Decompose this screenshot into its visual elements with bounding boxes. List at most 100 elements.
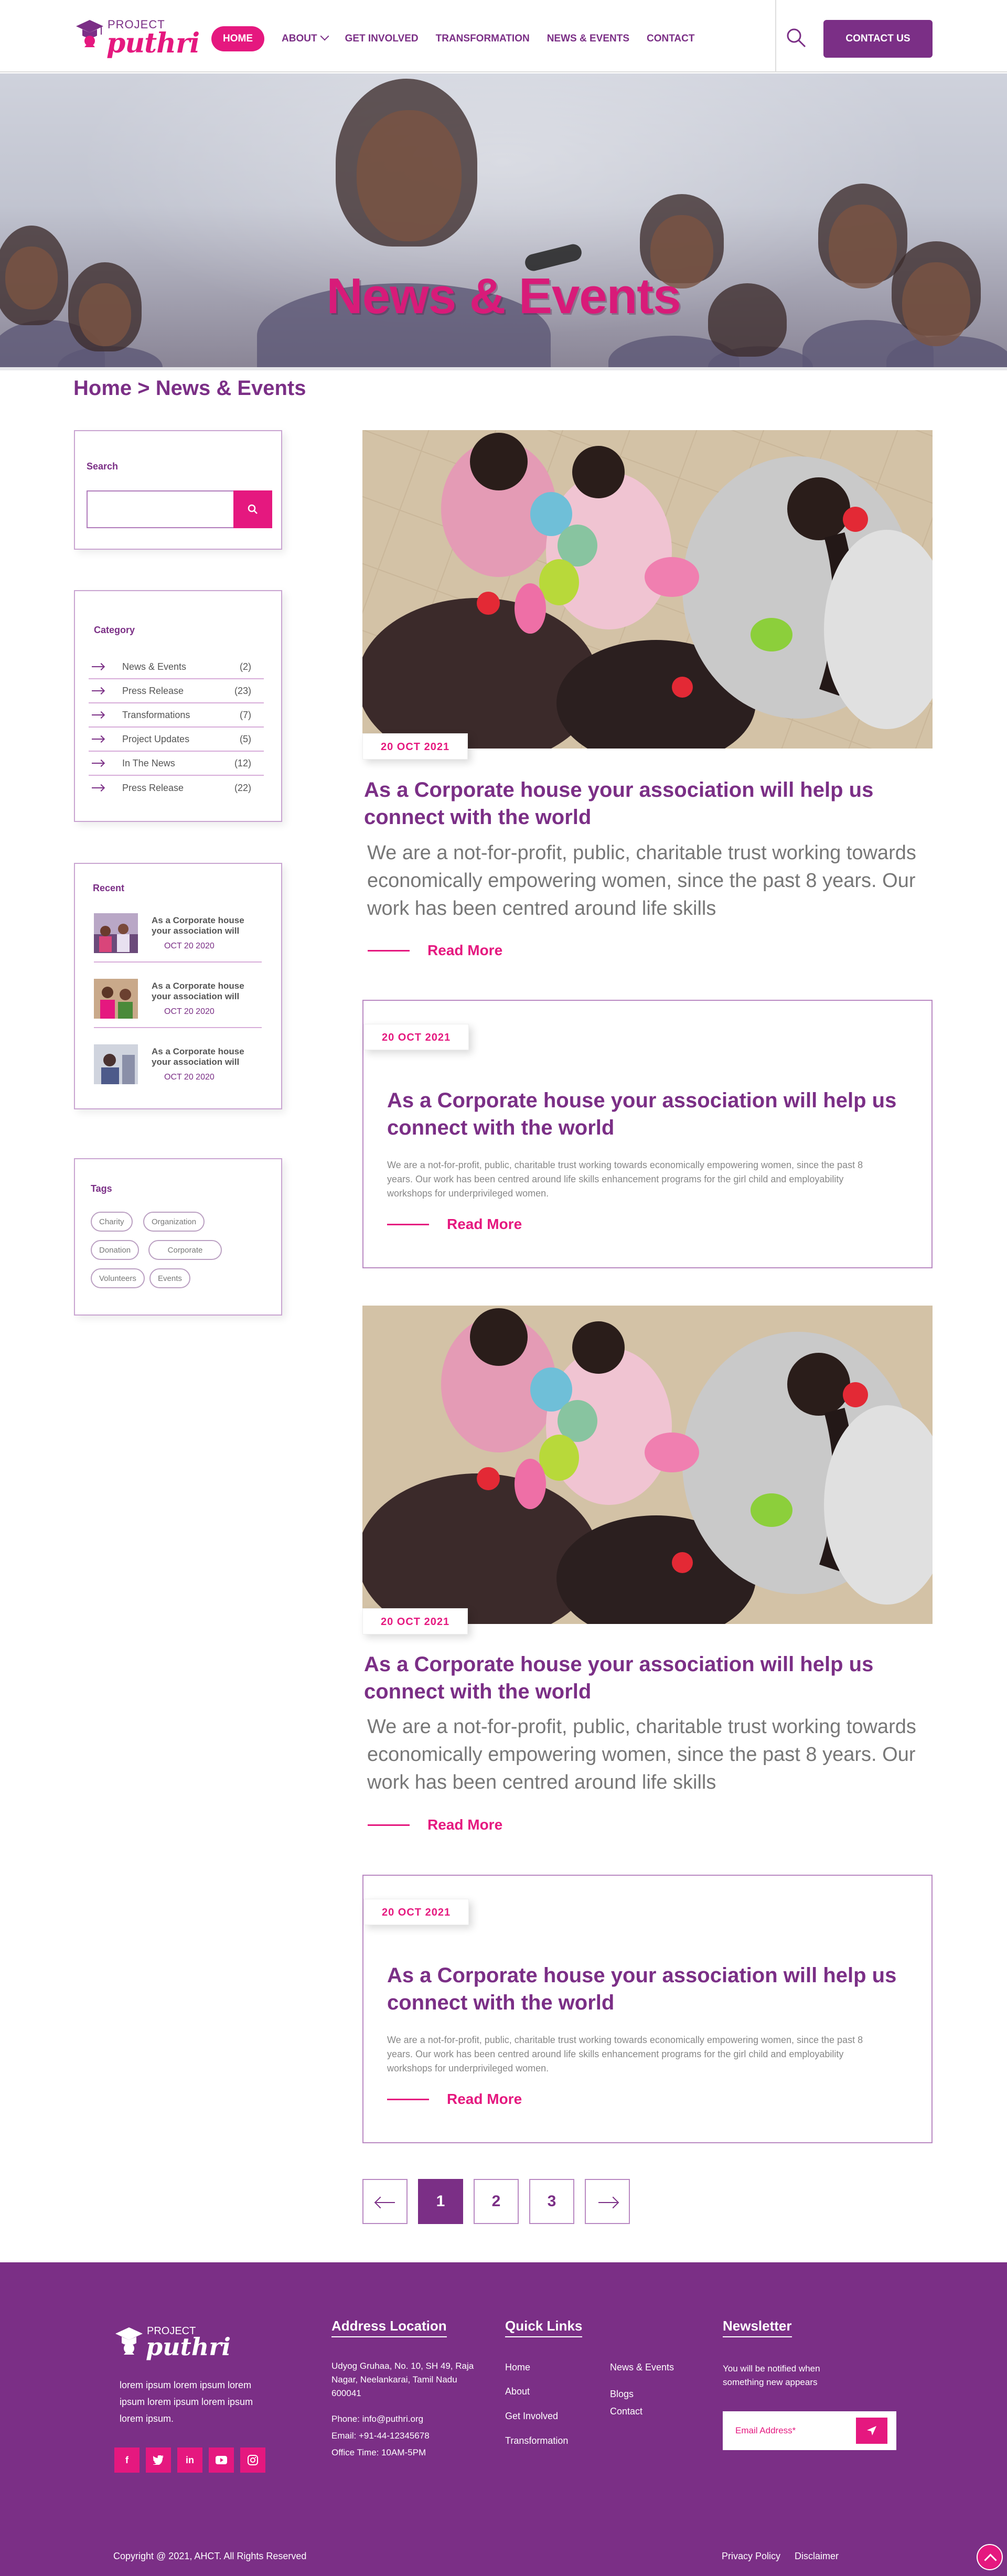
post-image[interactable]: [362, 1306, 933, 1624]
post-date: 20 OCT 2021: [362, 733, 468, 760]
read-more-line: [387, 1223, 429, 1225]
recent-widget: Recent As a Corporate house your associa…: [74, 863, 282, 1109]
recent-post[interactable]: As a Corporate house your association wi…: [94, 1036, 262, 1094]
youtube-icon[interactable]: [209, 2447, 234, 2473]
tag-corporate[interactable]: Corporate: [148, 1240, 222, 1260]
footer-link-about[interactable]: About: [505, 2386, 530, 2397]
thumbnail-image: [94, 1044, 138, 1084]
page-1-button[interactable]: 1: [418, 2179, 463, 2224]
category-count: (2): [240, 661, 251, 672]
next-page-button[interactable]: [585, 2179, 630, 2224]
category-item[interactable]: Press Release (23): [89, 679, 264, 703]
footer-link-home[interactable]: Home: [505, 2362, 530, 2373]
recent-post[interactable]: As a Corporate house your association wi…: [94, 905, 262, 963]
logo[interactable]: PROJECT puthri: [75, 14, 200, 59]
read-more-label: Read More: [427, 1816, 503, 1833]
footer-link-contact[interactable]: Contact: [610, 2406, 642, 2417]
tag-events[interactable]: Events: [149, 1268, 190, 1288]
recent-post-thumbnail: [94, 1044, 138, 1084]
post-title[interactable]: As a Corporate house your association wi…: [364, 1651, 899, 1705]
post-card: 20 OCT 2021 As a Corporate house your as…: [362, 1000, 933, 1268]
recent-widget-title: Recent: [93, 883, 125, 893]
search-widget-title: Search: [87, 461, 119, 472]
footer-link-transformation[interactable]: Transformation: [505, 2435, 568, 2446]
footer-link-news-events[interactable]: News & Events: [610, 2362, 674, 2373]
phone-text: Phone: info@puthri.org: [331, 2414, 424, 2424]
address-text: Udyog Gruhaa, No. 10, SH 49, Raja Nagar,…: [331, 2361, 474, 2398]
site-header: PROJECT puthri HOME ABOUT GET INVOLVED T…: [0, 0, 1007, 72]
arrow-right-icon: [92, 785, 104, 791]
subscribe-button[interactable]: [856, 2418, 887, 2444]
post-title[interactable]: As a Corporate house your association wi…: [387, 1087, 912, 1141]
twitter-icon[interactable]: [146, 2447, 171, 2473]
post-title[interactable]: As a Corporate house your association wi…: [364, 776, 899, 831]
send-icon: [867, 2426, 876, 2435]
scroll-to-top-button[interactable]: [977, 2544, 1003, 2570]
quick-links-heading: Quick Links: [505, 2318, 583, 2337]
read-more-label: Read More: [447, 1216, 522, 1232]
post-date: 20 OCT 2021: [363, 1899, 469, 1925]
disclaimer-link[interactable]: Disclaimer: [795, 2551, 839, 2562]
search-icon: [248, 504, 258, 514]
contact-us-button[interactable]: CONTACT US: [823, 20, 933, 58]
read-more-link[interactable]: Read More: [387, 1216, 522, 1233]
nav-transformation[interactable]: TRANSFORMATION: [436, 26, 530, 51]
nav-get-involved[interactable]: GET INVOLVED: [345, 26, 419, 51]
recent-post[interactable]: As a Corporate house your association wi…: [94, 970, 262, 1028]
nav-news-events[interactable]: NEWS & EVENTS: [547, 26, 629, 51]
search-input[interactable]: [87, 490, 233, 528]
category-count: (12): [234, 757, 251, 768]
read-more-link[interactable]: Read More: [368, 942, 502, 959]
footer-link-blogs[interactable]: Blogs: [610, 2389, 634, 2400]
twitter-glyph: [153, 2455, 164, 2465]
arrow-right-icon: [598, 2202, 617, 2203]
category-label: Press Release: [122, 782, 184, 793]
category-count: (22): [234, 782, 251, 793]
privacy-policy-link[interactable]: Privacy Policy: [722, 2551, 780, 2562]
search-button[interactable]: [233, 490, 272, 528]
tag-volunteers[interactable]: Volunteers: [91, 1268, 145, 1288]
address-heading: Address Location: [331, 2318, 447, 2337]
tag-donation[interactable]: Donation: [91, 1240, 140, 1260]
thumbnail-image: [94, 913, 138, 953]
category-item[interactable]: Transformations (7): [89, 703, 264, 728]
post-title[interactable]: As a Corporate house your association wi…: [387, 1962, 912, 2016]
nav-contact[interactable]: CONTACT: [647, 26, 694, 51]
thumbnail-image: [94, 979, 138, 1019]
arrow-left-icon: [376, 2202, 395, 2203]
page-2-button[interactable]: 2: [474, 2179, 519, 2224]
read-more-label: Read More: [447, 2091, 522, 2107]
prev-page-button[interactable]: [362, 2179, 408, 2224]
youtube-glyph: [216, 2456, 227, 2464]
category-label: Transformations: [122, 709, 190, 720]
main-nav: HOME ABOUT GET INVOLVED TRANSFORMATION N…: [211, 26, 712, 51]
read-more-link[interactable]: Read More: [368, 1816, 502, 1833]
facebook-icon[interactable]: f: [114, 2447, 140, 2473]
read-more-link[interactable]: Read More: [387, 2091, 522, 2108]
page-3-button[interactable]: 3: [529, 2179, 574, 2224]
hero-figure: [357, 110, 462, 241]
category-count: (7): [240, 709, 251, 720]
nav-about[interactable]: ABOUT: [282, 26, 329, 51]
category-item[interactable]: Press Release (22): [89, 776, 264, 800]
search-icon[interactable]: [786, 27, 807, 48]
newsletter-text: You will be notified when something new …: [723, 2364, 820, 2387]
graduation-cap-icon: [115, 2327, 143, 2355]
linkedin-icon[interactable]: in: [177, 2447, 202, 2473]
category-count: (5): [240, 733, 251, 744]
tag-organization[interactable]: Organization: [143, 1212, 205, 1232]
instagram-icon[interactable]: [240, 2447, 265, 2473]
category-item[interactable]: News & Events (2): [89, 655, 264, 679]
tag-charity[interactable]: Charity: [91, 1212, 133, 1232]
footer-link-get-involved[interactable]: Get Involved: [505, 2411, 558, 2422]
footer-logo[interactable]: PROJECT puthri: [114, 2324, 231, 2361]
footer-logo-name: puthri: [146, 2333, 231, 2361]
post-image[interactable]: [362, 430, 933, 749]
email-input[interactable]: Email Address*: [735, 2425, 796, 2436]
nav-home[interactable]: HOME: [211, 26, 264, 51]
category-item[interactable]: In The News (12): [89, 752, 264, 776]
category-label: Press Release: [122, 685, 184, 696]
category-item[interactable]: Project Updates (5): [89, 728, 264, 752]
office-time-text: Office Time: 10AM-5PM: [331, 2447, 426, 2457]
arrow-right-icon: [92, 688, 104, 694]
